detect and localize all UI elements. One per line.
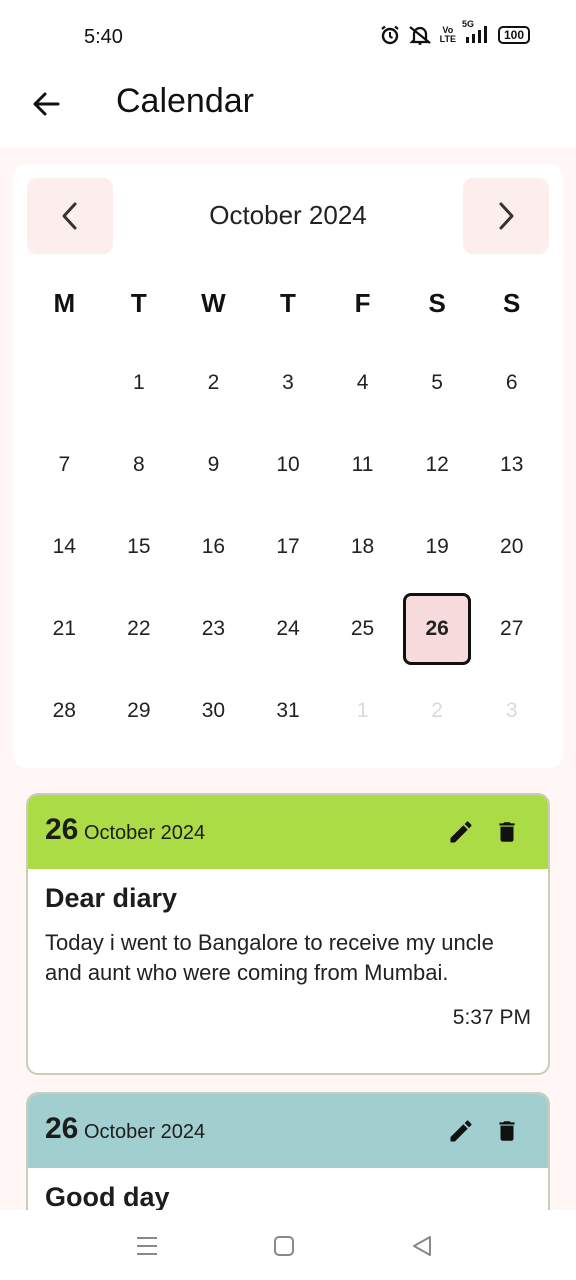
weekday-label: S xyxy=(428,288,446,318)
calendar-week: 28 29 30 31 1 2 3 xyxy=(27,670,549,752)
entry-day: 26 xyxy=(45,813,79,846)
mute-icon xyxy=(408,25,432,45)
home-button[interactable] xyxy=(270,1232,298,1260)
entry-month-year: October 2024 xyxy=(83,1121,206,1143)
calendar-week: 1 2 3 4 5 6 xyxy=(27,342,549,424)
system-nav-bar xyxy=(0,1210,576,1280)
network-label: 5G xyxy=(461,19,474,29)
delete-button[interactable] xyxy=(492,817,522,847)
entry-date: 26 October 2024 xyxy=(45,1112,205,1146)
entry-header: 26 October 2024 xyxy=(28,1094,548,1168)
home-icon xyxy=(274,1236,294,1256)
entry-text: Today i went to Bangalore to receive my … xyxy=(45,930,494,985)
calendar-week: 21 22 23 24 25 26 27 xyxy=(27,588,549,670)
calendar-day[interactable]: 23 xyxy=(176,588,251,670)
entry-day: 26 xyxy=(45,1112,79,1145)
weekday-label: S xyxy=(503,288,521,318)
chevron-right-icon xyxy=(499,202,514,230)
calendar-day[interactable]: 25 xyxy=(325,588,400,670)
next-month-button[interactable] xyxy=(463,178,549,254)
delete-icon xyxy=(499,822,515,842)
calendar-day-next-month: 1 xyxy=(356,699,369,722)
entry-title: Good day xyxy=(45,1182,170,1212)
calendar-day[interactable]: 4 xyxy=(325,342,400,424)
calendar-day[interactable]: 12 xyxy=(400,424,475,506)
calendar-day[interactable]: 31 xyxy=(251,670,326,752)
edit-button[interactable] xyxy=(446,817,476,847)
recent-apps-button[interactable] xyxy=(133,1232,161,1260)
calendar-day[interactable]: 7 xyxy=(27,424,102,506)
calendar-day[interactable]: 21 xyxy=(27,588,102,670)
system-back-button[interactable] xyxy=(408,1232,436,1260)
calendar-day[interactable]: 13 xyxy=(474,424,549,506)
calendar-day[interactable]: 17 xyxy=(251,506,326,588)
calendar-day[interactable]: 9 xyxy=(176,424,251,506)
weekday-label: M xyxy=(53,288,76,318)
calendar-day[interactable]: 22 xyxy=(102,588,177,670)
calendar-day[interactable]: 24 xyxy=(251,588,326,670)
entry-month-year: October 2024 xyxy=(83,822,206,844)
weekday-label: F xyxy=(354,288,371,318)
delete-icon xyxy=(499,1121,515,1141)
calendar-card: October 2024 M T W T F S S 1 2 3 4 5 6 7… xyxy=(13,164,563,768)
calendar-day[interactable]: 19 xyxy=(400,506,475,588)
calendar-day[interactable]: 2 xyxy=(176,342,251,424)
calendar-day[interactable]: 29 xyxy=(102,670,177,752)
calendar-day[interactable]: 18 xyxy=(325,506,400,588)
calendar-day[interactable]: 1 xyxy=(102,342,177,424)
calendar-day[interactable]: 28 xyxy=(27,670,102,752)
entry-title: Dear diary xyxy=(45,883,178,913)
weekday-label: T xyxy=(130,288,147,318)
page-title: Calendar xyxy=(116,82,254,120)
back-triangle-icon xyxy=(413,1236,431,1256)
app-bar: Calendar xyxy=(0,72,576,148)
weekday-label: W xyxy=(201,288,226,318)
calendar-day[interactable]: 30 xyxy=(176,670,251,752)
calendar-day[interactable]: 15 xyxy=(102,506,177,588)
alarm-icon xyxy=(380,25,400,45)
calendar-day[interactable]: 3 xyxy=(251,342,326,424)
status-icons: Vo LTE 5G 100 xyxy=(380,19,530,45)
diary-entry-card[interactable]: 26 October 2024 Dear diary Today i went … xyxy=(26,793,550,1075)
calendar-day[interactable]: 11 xyxy=(325,424,400,506)
signal-icon: 5G xyxy=(462,19,490,45)
weekday-header: M T W T F S S xyxy=(27,288,549,319)
calendar-day[interactable]: 6 xyxy=(474,342,549,424)
status-bar: 5:40 Vo LTE 5G 100 xyxy=(0,0,576,72)
calendar-week: 7 8 9 10 11 12 13 xyxy=(27,424,549,506)
calendar-day[interactable]: 20 xyxy=(474,506,549,588)
status-time: 5:40 xyxy=(84,26,123,48)
edit-button[interactable] xyxy=(446,1116,476,1146)
calendar-day-selected[interactable]: 26 xyxy=(400,588,475,670)
calendar-day[interactable]: 27 xyxy=(474,588,549,670)
calendar-day[interactable]: 5 xyxy=(400,342,475,424)
entry-time: 5:37 PM xyxy=(452,1006,531,1029)
volte-icon: Vo LTE xyxy=(440,26,456,44)
entry-date: 26 October 2024 xyxy=(45,813,205,847)
weekday-label: T xyxy=(280,288,296,318)
battery-icon: 100 xyxy=(497,26,530,44)
edit-icon xyxy=(450,1120,472,1142)
delete-button[interactable] xyxy=(492,1116,522,1146)
back-button[interactable] xyxy=(24,82,68,126)
back-arrow-icon xyxy=(33,92,60,116)
calendar-day[interactable]: 10 xyxy=(251,424,326,506)
entry-header: 26 October 2024 xyxy=(28,795,548,869)
entry-body: Dear diary Today i went to Bangalore to … xyxy=(28,869,548,1042)
calendar-day-next-month: 3 xyxy=(505,699,518,722)
calendar-day[interactable]: 8 xyxy=(102,424,177,506)
calendar-day[interactable]: 14 xyxy=(27,506,102,588)
edit-icon xyxy=(450,821,472,843)
calendar-day[interactable]: 16 xyxy=(176,506,251,588)
calendar-week: 14 15 16 17 18 19 20 xyxy=(27,506,549,588)
calendar-day-next-month: 2 xyxy=(431,699,443,722)
menu-icon xyxy=(137,1237,157,1255)
volte-bottom-label: LTE xyxy=(439,34,456,44)
